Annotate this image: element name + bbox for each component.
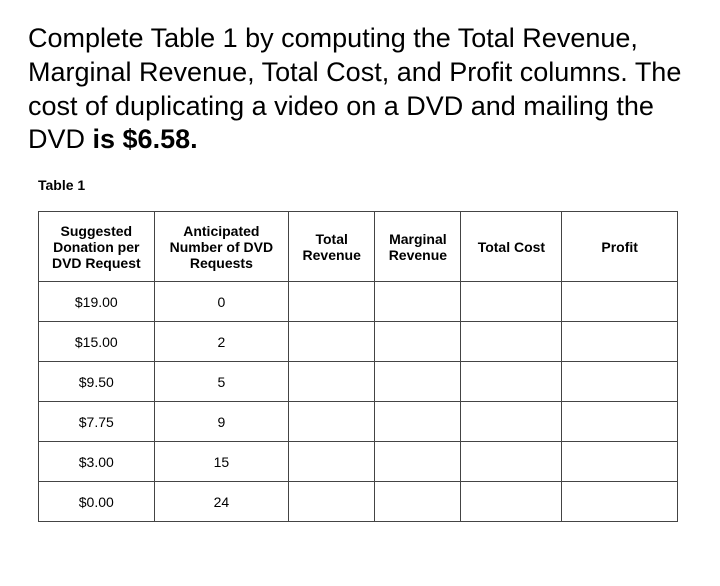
table-row: $7.75 9: [39, 402, 678, 442]
cell-total-cost: [461, 442, 562, 482]
col-header-profit: Profit: [562, 212, 678, 282]
cell-profit: [562, 322, 678, 362]
cell-total-cost: [461, 362, 562, 402]
col-header-marginal-revenue: Marginal Revenue: [375, 212, 461, 282]
cell-donation: $19.00: [39, 282, 155, 322]
cell-requests: 24: [154, 482, 289, 522]
cell-donation: $3.00: [39, 442, 155, 482]
cell-requests: 0: [154, 282, 289, 322]
col-header-requests: Anticipated Number of DVD Requests: [154, 212, 289, 282]
table-body: $19.00 0 $15.00 2 $9.50 5 $7.75 9: [39, 282, 678, 522]
question-emphasis: is $6.58.: [93, 124, 198, 154]
table-header-row: Suggested Donation per DVD Request Antic…: [39, 212, 678, 282]
cell-requests: 9: [154, 402, 289, 442]
table-row: $9.50 5: [39, 362, 678, 402]
col-header-total-revenue: Total Revenue: [289, 212, 375, 282]
cell-total-revenue: [289, 282, 375, 322]
cell-total-cost: [461, 322, 562, 362]
cell-marginal-revenue: [375, 322, 461, 362]
cell-total-revenue: [289, 442, 375, 482]
cell-total-cost: [461, 402, 562, 442]
cell-total-revenue: [289, 322, 375, 362]
cell-marginal-revenue: [375, 282, 461, 322]
cell-donation: $9.50: [39, 362, 155, 402]
cell-requests: 5: [154, 362, 289, 402]
cell-total-cost: [461, 282, 562, 322]
cell-marginal-revenue: [375, 442, 461, 482]
cell-profit: [562, 482, 678, 522]
table-row: $15.00 2: [39, 322, 678, 362]
data-table: Suggested Donation per DVD Request Antic…: [38, 211, 678, 522]
cell-marginal-revenue: [375, 402, 461, 442]
cell-marginal-revenue: [375, 362, 461, 402]
cell-profit: [562, 282, 678, 322]
table-caption: Table 1: [38, 177, 692, 193]
cell-donation: $0.00: [39, 482, 155, 522]
table-row: $0.00 24: [39, 482, 678, 522]
cell-total-cost: [461, 482, 562, 522]
cell-total-revenue: [289, 402, 375, 442]
col-header-total-cost: Total Cost: [461, 212, 562, 282]
table-row: $3.00 15: [39, 442, 678, 482]
cell-profit: [562, 442, 678, 482]
question-text: Complete Table 1 by computing the Total …: [28, 22, 692, 157]
cell-profit: [562, 362, 678, 402]
cell-donation: $15.00: [39, 322, 155, 362]
cell-marginal-revenue: [375, 482, 461, 522]
col-header-donation: Suggested Donation per DVD Request: [39, 212, 155, 282]
table-row: $19.00 0: [39, 282, 678, 322]
cell-total-revenue: [289, 482, 375, 522]
cell-total-revenue: [289, 362, 375, 402]
cell-requests: 2: [154, 322, 289, 362]
cell-donation: $7.75: [39, 402, 155, 442]
cell-requests: 15: [154, 442, 289, 482]
cell-profit: [562, 402, 678, 442]
